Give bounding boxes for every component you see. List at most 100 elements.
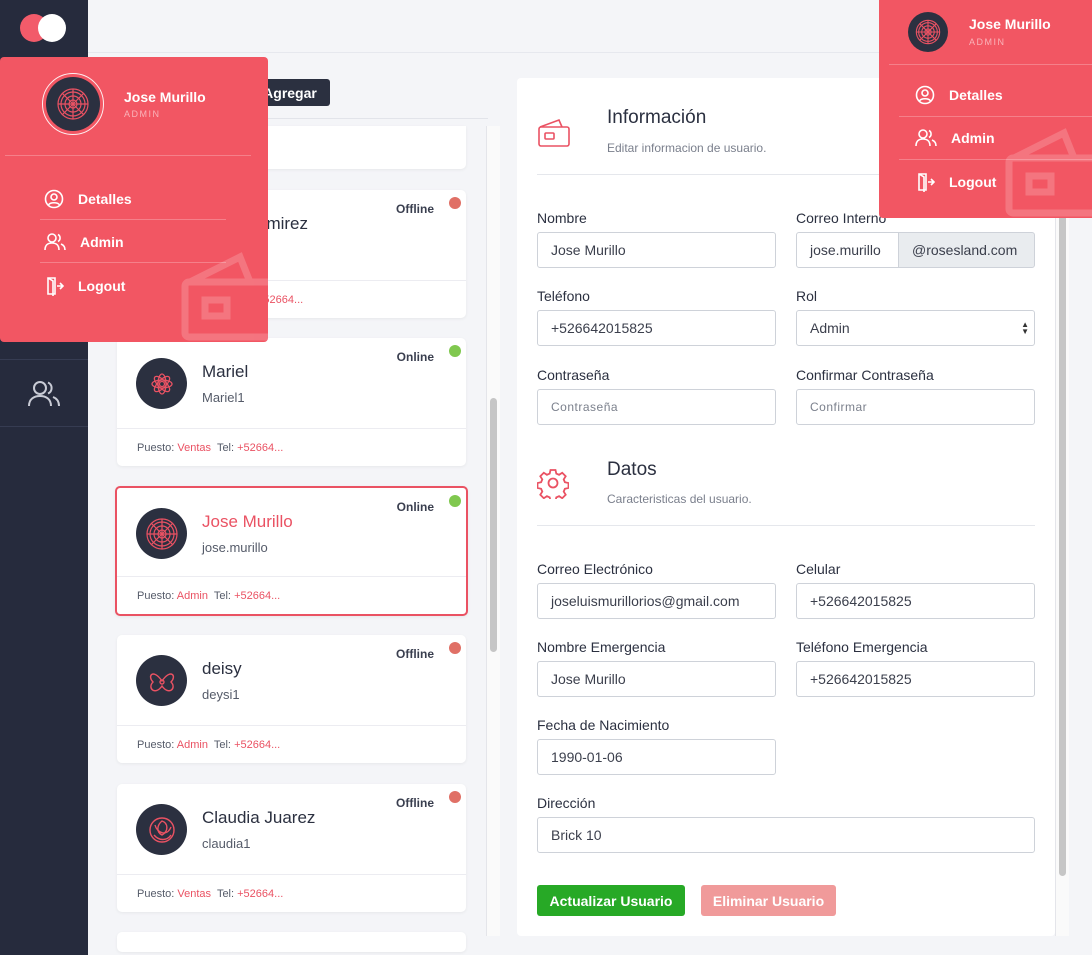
info-subtitle: Editar informacion de usuario.	[607, 141, 767, 155]
avatar	[136, 804, 187, 855]
nombre-emergencia-field[interactable]: Jose Murillo	[537, 661, 776, 697]
select-arrows-icon: ▲ ▼	[1021, 320, 1029, 336]
direccion-label: Dirección	[537, 795, 596, 811]
logout-icon	[47, 277, 64, 296]
avatar	[136, 655, 187, 706]
wallet-icon	[537, 118, 571, 153]
user-name: Claudia Juarez	[202, 808, 316, 827]
telefono-emergencia-label: Teléfono Emergencia	[796, 639, 928, 655]
menu-user-name: Jose Murillo	[124, 89, 206, 105]
card-footer: Puesto: Admin Tel: +52664...	[117, 725, 466, 763]
datos-title: Datos	[607, 459, 657, 480]
menu-divider	[899, 159, 1092, 160]
email-domain-addon: @rosesland.com	[898, 232, 1035, 268]
user-name: Mariel	[202, 362, 249, 381]
confirmar-label: Confirmar Contraseña	[796, 367, 934, 383]
contrasena-label: Contraseña	[537, 367, 610, 383]
address-field[interactable]: Brick 10	[537, 817, 1035, 853]
users-icon	[44, 233, 66, 251]
birthdate-field[interactable]: 1990-01-06	[537, 739, 776, 775]
menu-divider	[40, 219, 226, 220]
menu-item-detalles[interactable]: Detalles	[44, 189, 132, 209]
users-icon	[915, 129, 937, 147]
list-scrollbar-thumb[interactable]	[490, 398, 497, 652]
email-field[interactable]: joseluismurillorios@gmail.com	[537, 583, 776, 619]
rol-select[interactable]: Admin ▲ ▼	[796, 310, 1035, 346]
menu-divider	[40, 262, 226, 263]
user-menu-right: Jose Murillo ADMIN Detalles Admin Logout	[879, 0, 1092, 218]
telefono-field[interactable]: +526642015825	[537, 310, 776, 346]
user-circle-icon	[915, 85, 935, 105]
correo-label: Correo Electrónico	[537, 561, 653, 577]
celular-field[interactable]: +526642015825	[796, 583, 1035, 619]
user-name: Jose Murillo	[202, 512, 293, 531]
status-dot	[449, 197, 461, 209]
menu-divider	[889, 64, 1092, 65]
user-circle-icon	[44, 189, 64, 209]
avatar	[908, 12, 948, 52]
logout-icon	[918, 173, 935, 192]
list-item[interactable]: Online Mariel Mariel1 Puesto: Ventas Tel…	[117, 338, 466, 466]
menu-item-logout[interactable]: Logout	[46, 276, 125, 296]
status-dot	[449, 791, 461, 803]
brand-logo[interactable]	[20, 14, 68, 42]
card-footer: Puesto: Ventas Tel: +52664...	[117, 428, 466, 466]
fecha-label: Fecha de Nacimiento	[537, 717, 670, 733]
nombre-emergencia-label: Nombre Emergencia	[537, 639, 666, 655]
user-username: claudia1	[202, 836, 251, 851]
section-divider	[537, 525, 1035, 526]
avatar	[42, 73, 104, 135]
avatar	[136, 508, 187, 559]
user-username: Mariel1	[202, 390, 245, 405]
list-item[interactable]: Offline deisy deysi1 Puesto: Admin Tel: …	[117, 635, 466, 763]
menu-user-name: Jose Murillo	[969, 16, 1051, 32]
telefono-emergencia-field[interactable]: +526642015825	[796, 661, 1035, 697]
telefono-label: Teléfono	[537, 288, 590, 304]
rol-selected-value: Admin	[810, 320, 850, 336]
status-text: Offline	[396, 647, 434, 661]
card-footer: Puesto: Ventas Tel: +52664...	[117, 874, 466, 912]
form-scrollbar-thumb[interactable]	[1059, 170, 1066, 876]
status-text: Offline	[396, 796, 434, 810]
wallet-watermark-icon	[181, 252, 268, 341]
list-item-selected[interactable]: Online Jose Murillo jose.murillo Puesto:…	[115, 486, 468, 616]
menu-item-logout[interactable]: Logout	[917, 172, 996, 192]
user-menu-left: Jose Murillo ADMIN Detalles Admin Logout	[0, 57, 268, 342]
users-icon[interactable]	[26, 378, 62, 410]
datos-subtitle: Caracteristicas del usuario.	[607, 492, 752, 506]
sidebar-divider	[0, 426, 88, 427]
delete-user-button[interactable]: Eliminar Usuario	[701, 885, 836, 916]
status-text: Offline	[396, 202, 434, 216]
confirm-password-field[interactable]: Confirmar	[796, 389, 1035, 425]
nombre-label: Nombre	[537, 210, 587, 226]
menu-item-admin[interactable]: Admin	[915, 128, 995, 148]
list-item[interactable]	[117, 932, 466, 952]
user-name: deisy	[202, 659, 242, 678]
status-dot	[449, 345, 461, 357]
menu-item-admin[interactable]: Admin	[44, 232, 124, 252]
update-user-button[interactable]: Actualizar Usuario	[537, 885, 685, 916]
status-text: Online	[396, 500, 434, 514]
status-dot	[449, 642, 461, 654]
menu-item-detalles[interactable]: Detalles	[915, 85, 1003, 105]
card-footer: Puesto: Admin Tel: +52664...	[117, 576, 466, 614]
sidebar-divider	[0, 359, 88, 360]
info-title: Información	[607, 107, 707, 128]
user-username: jose.murillo	[202, 540, 268, 555]
correo-interno-label: Correo Interno	[796, 210, 887, 226]
nombre-field[interactable]: Jose Murillo	[537, 232, 776, 268]
list-item[interactable]: Offline Claudia Juarez claudia1 Puesto: …	[117, 784, 466, 912]
avatar	[136, 358, 187, 409]
menu-user-role: ADMIN	[969, 37, 1006, 47]
celular-label: Celular	[796, 561, 841, 577]
wallet-watermark-icon	[1005, 128, 1092, 217]
password-field[interactable]: Contraseña	[537, 389, 776, 425]
rol-label: Rol	[796, 288, 818, 304]
menu-divider	[899, 116, 1092, 117]
menu-divider	[5, 155, 251, 156]
menu-user-role: ADMIN	[124, 109, 161, 119]
correo-interno-field[interactable]: jose.murillo	[796, 232, 899, 268]
user-username: deysi1	[202, 687, 240, 702]
gear-icon	[536, 467, 570, 504]
status-dot	[449, 495, 461, 507]
